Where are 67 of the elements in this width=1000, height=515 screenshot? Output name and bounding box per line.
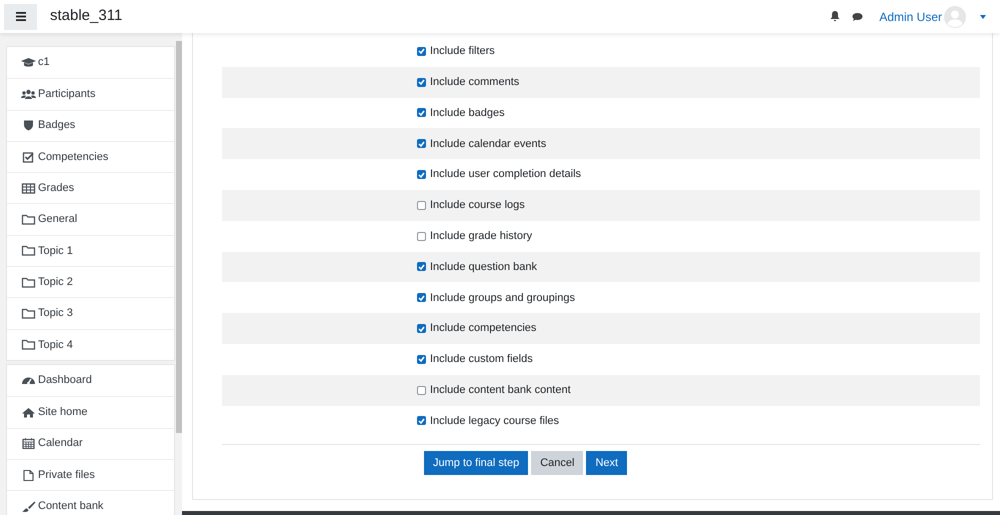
nav-item[interactable]: c1 — [7, 47, 174, 78]
checkbox[interactable] — [417, 108, 426, 118]
submit-button[interactable]: Next — [586, 451, 628, 476]
brush-icon — [21, 500, 36, 512]
checkbox[interactable] — [417, 293, 426, 302]
nav-item[interactable]: Topic 3 — [7, 297, 174, 329]
submit-button[interactable]: Jump to final step — [424, 451, 528, 476]
nav-item[interactable]: Topic 1 — [7, 234, 174, 266]
caret-icon[interactable] — [980, 14, 986, 18]
bell-icon[interactable] — [830, 11, 840, 22]
nav-item[interactable]: Content bank — [7, 490, 174, 515]
checkbox-label[interactable]: Include filters — [430, 43, 495, 60]
cap-icon — [21, 57, 36, 68]
file-icon — [21, 470, 36, 480]
nav-item[interactable]: Calendar — [7, 428, 174, 459]
nav-item[interactable]: Grades — [7, 172, 174, 204]
gauge-icon — [21, 375, 36, 386]
checkbox-label[interactable]: Include badges — [430, 104, 505, 122]
folder-icon — [21, 276, 36, 288]
nav-item[interactable]: Dashboard — [7, 364, 174, 396]
chat-icon[interactable] — [852, 12, 864, 22]
cancel-button[interactable]: Cancel — [531, 451, 584, 476]
folder-icon — [21, 214, 36, 226]
checkbox-label[interactable]: Include user completion details — [430, 166, 582, 183]
checkbox-label[interactable]: Include grade history — [430, 228, 532, 244]
site-title[interactable]: stable_311 — [50, 5, 122, 28]
checkbox-label[interactable]: Include content bank content — [430, 382, 571, 398]
checkbox-label[interactable]: Include legacy course files — [430, 412, 560, 430]
nav-item[interactable]: Competencies — [7, 140, 174, 172]
checkbox-label[interactable]: Include comments — [430, 74, 520, 90]
checkbox[interactable] — [417, 232, 426, 241]
checkbox-label[interactable]: Include question bank — [430, 258, 538, 276]
checkbox-label[interactable]: Include calendar events — [430, 136, 546, 152]
checkbox[interactable] — [417, 416, 426, 426]
folder-icon — [21, 308, 36, 320]
checkbox[interactable] — [417, 78, 426, 87]
checkbox[interactable] — [417, 386, 426, 395]
checkbox-icon — [21, 152, 36, 163]
checkbox-label[interactable]: Include groups and groupings — [430, 290, 575, 306]
user-menu-link[interactable]: Admin User — [879, 8, 942, 26]
nav-item[interactable]: Topic 2 — [7, 266, 174, 298]
menu-button[interactable] — [4, 4, 37, 30]
checkbox[interactable] — [417, 46, 426, 56]
users-icon — [21, 88, 36, 100]
folder-icon — [21, 245, 36, 256]
menu-icon — [16, 12, 26, 21]
checkbox[interactable] — [417, 324, 426, 334]
checkbox[interactable] — [417, 170, 426, 180]
checkbox[interactable] — [417, 262, 426, 272]
calendar-icon — [21, 438, 36, 450]
checkbox[interactable] — [417, 139, 426, 148]
scrollbar-thumb[interactable] — [176, 41, 182, 433]
shield-icon — [21, 120, 36, 132]
checkbox[interactable] — [417, 354, 426, 364]
nav-item[interactable]: Badges — [7, 110, 174, 141]
table-icon — [21, 182, 36, 194]
folder-icon — [21, 339, 36, 350]
nav-item[interactable]: Site home — [7, 396, 174, 428]
checkbox-label[interactable]: Include course logs — [430, 197, 525, 214]
nav-item[interactable]: Participants — [7, 78, 174, 110]
checkbox-label[interactable]: Include competencies — [430, 320, 536, 337]
nav-item[interactable]: Topic 4 — [7, 328, 174, 360]
nav-item[interactable]: Private files — [7, 458, 174, 490]
nav-item[interactable]: General — [7, 203, 174, 235]
checkbox[interactable] — [417, 200, 426, 210]
home-icon — [21, 406, 36, 418]
checkbox-label[interactable]: Include custom fields — [430, 351, 533, 368]
